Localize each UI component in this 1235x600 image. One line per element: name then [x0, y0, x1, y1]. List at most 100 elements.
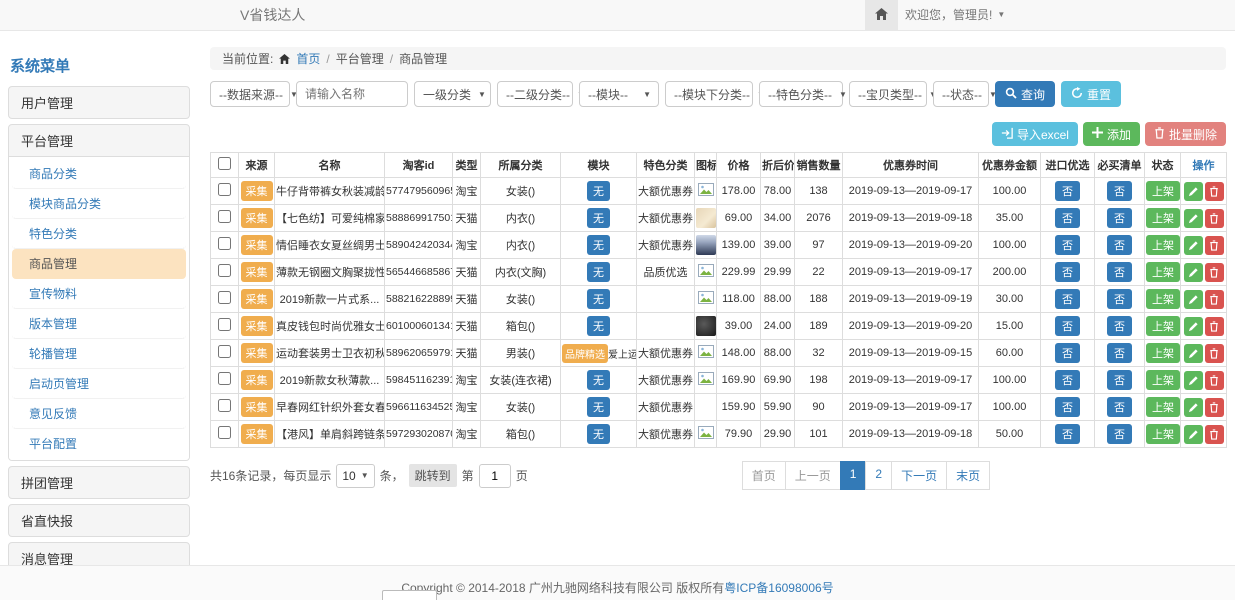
- must-buy-toggle[interactable]: 否: [1107, 424, 1132, 444]
- status-toggle[interactable]: 上架: [1146, 208, 1180, 228]
- module-none-toggle[interactable]: 无: [587, 316, 610, 336]
- row-checkbox[interactable]: [218, 291, 231, 304]
- user-menu[interactable]: 欢迎您，管理员! ▼: [905, 0, 1005, 30]
- edit-button[interactable]: [1184, 209, 1203, 228]
- sidebar-item-feedback[interactable]: 意见反馈: [12, 399, 186, 429]
- edit-button[interactable]: [1184, 263, 1203, 282]
- pager-next[interactable]: 下一页: [891, 461, 947, 490]
- module-none-toggle[interactable]: 无: [587, 424, 610, 444]
- status-toggle[interactable]: 上架: [1146, 343, 1180, 363]
- delete-button[interactable]: [1205, 290, 1224, 309]
- sidebar-section-toggle-express-news[interactable]: 省直快报: [9, 505, 189, 536]
- module-none-toggle[interactable]: 无: [587, 397, 610, 417]
- status-toggle[interactable]: 上架: [1146, 370, 1180, 390]
- icp-link[interactable]: 粤ICP备16098006号: [724, 581, 833, 595]
- row-checkbox[interactable]: [218, 237, 231, 250]
- row-checkbox[interactable]: [218, 210, 231, 223]
- sidebar-section-toggle-platform-mgmt[interactable]: 平台管理: [9, 125, 189, 156]
- must-buy-toggle[interactable]: 否: [1107, 343, 1132, 363]
- status-toggle[interactable]: 上架: [1146, 289, 1180, 309]
- delete-button[interactable]: [1205, 371, 1224, 390]
- edit-button[interactable]: [1184, 398, 1203, 417]
- filter-select-item-type[interactable]: --宝贝类型--▼: [849, 81, 927, 107]
- import-select-toggle[interactable]: 否: [1055, 343, 1080, 363]
- status-toggle[interactable]: 上架: [1146, 235, 1180, 255]
- reset-button[interactable]: 重置: [1061, 81, 1121, 107]
- delete-button[interactable]: [1205, 236, 1224, 255]
- delete-button[interactable]: [1205, 263, 1224, 282]
- import-select-toggle[interactable]: 否: [1055, 289, 1080, 309]
- filter-select-data-source[interactable]: --数据来源--▼: [210, 81, 290, 107]
- edit-button[interactable]: [1184, 425, 1203, 444]
- edit-button[interactable]: [1184, 371, 1203, 390]
- add-button[interactable]: 添加: [1083, 122, 1140, 146]
- jump-page-input[interactable]: [479, 464, 511, 488]
- must-buy-toggle[interactable]: 否: [1107, 370, 1132, 390]
- module-none-toggle[interactable]: 无: [587, 370, 610, 390]
- pager-page-1[interactable]: 1: [840, 461, 867, 490]
- import-select-toggle[interactable]: 否: [1055, 397, 1080, 417]
- import-select-toggle[interactable]: 否: [1055, 181, 1080, 201]
- filter-select-level2-category[interactable]: --二级分类--▼: [497, 81, 573, 107]
- sidebar-section-toggle-user-mgmt[interactable]: 用户管理: [9, 87, 189, 118]
- status-toggle[interactable]: 上架: [1146, 397, 1180, 417]
- sidebar-item-goods-mgmt[interactable]: 商品管理: [12, 249, 186, 279]
- name-search-input[interactable]: [296, 81, 408, 107]
- filter-select-feature-category[interactable]: --特色分类--▼: [759, 81, 843, 107]
- status-toggle[interactable]: 上架: [1146, 316, 1180, 336]
- import-select-toggle[interactable]: 否: [1055, 235, 1080, 255]
- row-checkbox[interactable]: [218, 372, 231, 385]
- import-select-toggle[interactable]: 否: [1055, 316, 1080, 336]
- sidebar-item-version-mgmt[interactable]: 版本管理: [12, 309, 186, 339]
- sidebar-item-carousel-mgmt[interactable]: 轮播管理: [12, 339, 186, 369]
- batch-delete-button[interactable]: 批量删除: [1145, 122, 1226, 146]
- module-none-toggle[interactable]: 无: [587, 208, 610, 228]
- must-buy-toggle[interactable]: 否: [1107, 397, 1132, 417]
- row-checkbox[interactable]: [218, 264, 231, 277]
- page-size-select[interactable]: 10 ▼: [336, 464, 374, 488]
- row-checkbox[interactable]: [218, 318, 231, 331]
- must-buy-toggle[interactable]: 否: [1107, 262, 1132, 282]
- import-select-toggle[interactable]: 否: [1055, 208, 1080, 228]
- filter-select-module[interactable]: --模块--▼: [579, 81, 659, 107]
- pager-page-2[interactable]: 2: [865, 461, 892, 490]
- row-checkbox[interactable]: [218, 399, 231, 412]
- sidebar-item-splash-page-mgmt[interactable]: 启动页管理: [12, 369, 186, 399]
- must-buy-toggle[interactable]: 否: [1107, 289, 1132, 309]
- module-none-toggle[interactable]: 无: [587, 235, 610, 255]
- must-buy-toggle[interactable]: 否: [1107, 181, 1132, 201]
- sidebar-section-toggle-group-buy-mgmt[interactable]: 拼团管理: [9, 467, 189, 498]
- sidebar-item-promo-material[interactable]: 宣传物料: [12, 279, 186, 309]
- filter-select-level1-category[interactable]: 一级分类▼: [414, 81, 491, 107]
- must-buy-toggle[interactable]: 否: [1107, 208, 1132, 228]
- edit-button[interactable]: [1184, 236, 1203, 255]
- module-none-toggle[interactable]: 无: [587, 289, 610, 309]
- delete-button[interactable]: [1205, 182, 1224, 201]
- select-all-checkbox[interactable]: [218, 157, 231, 170]
- import-select-toggle[interactable]: 否: [1055, 262, 1080, 282]
- jump-to-button[interactable]: 跳转到: [409, 464, 457, 487]
- delete-button[interactable]: [1205, 425, 1224, 444]
- filter-select-module-sub-category[interactable]: --模块下分类--▼: [665, 81, 753, 107]
- delete-button[interactable]: [1205, 398, 1224, 417]
- sidebar-item-platform-config[interactable]: 平台配置: [12, 429, 186, 458]
- import-excel-button[interactable]: 导入excel: [992, 122, 1078, 146]
- sidebar-item-goods-category[interactable]: 商品分类: [12, 159, 186, 189]
- row-checkbox[interactable]: [218, 345, 231, 358]
- delete-button[interactable]: [1205, 317, 1224, 336]
- must-buy-toggle[interactable]: 否: [1107, 235, 1132, 255]
- delete-button[interactable]: [1205, 344, 1224, 363]
- edit-button[interactable]: [1184, 317, 1203, 336]
- module-none-toggle[interactable]: 无: [587, 181, 610, 201]
- breadcrumb-home-link[interactable]: 首页: [296, 50, 320, 67]
- home-button[interactable]: [865, 0, 898, 30]
- status-toggle[interactable]: 上架: [1146, 181, 1180, 201]
- delete-button[interactable]: [1205, 209, 1224, 228]
- query-button[interactable]: 查询: [995, 81, 1055, 107]
- module-none-toggle[interactable]: 无: [587, 262, 610, 282]
- import-select-toggle[interactable]: 否: [1055, 370, 1080, 390]
- pager-last[interactable]: 末页: [946, 461, 990, 490]
- edit-button[interactable]: [1184, 182, 1203, 201]
- edit-button[interactable]: [1184, 290, 1203, 309]
- status-toggle[interactable]: 上架: [1146, 262, 1180, 282]
